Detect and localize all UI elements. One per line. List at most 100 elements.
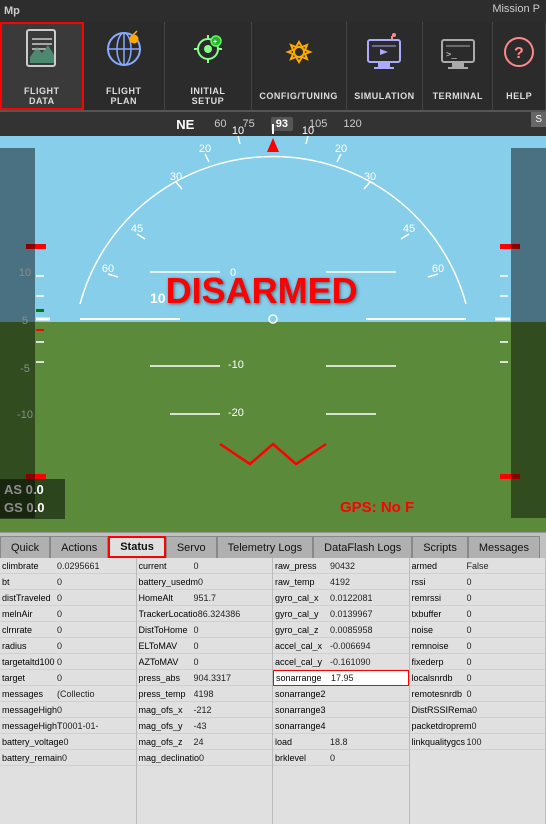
table-row: messages(Collectio [0,686,136,702]
data-value: 904.3317 [194,673,232,683]
svg-text:-20: -20 [228,407,244,419]
table-row: sonarrange3 [273,702,409,718]
data-key: battery_remain [2,753,62,763]
data-value: 0 [64,737,69,747]
table-row: localsnrdb0 [410,670,546,686]
table-row: melnAir0 [0,606,136,622]
svg-text:20: 20 [335,143,347,155]
table-row: raw_press90432 [273,558,409,574]
data-key: messages [2,689,57,699]
mission-title: Mission P [492,3,540,15]
svg-text:AS 0.0: AS 0.0 [4,482,44,497]
data-value: 24 [194,737,204,747]
table-row: sonarrange17.95 [273,670,409,686]
table-row: noise0 [410,622,546,638]
data-value: 0 [330,753,335,763]
data-value: 0 [467,577,472,587]
data-key: gyro_cal_x [275,593,330,603]
data-key: clrnrate [2,625,57,635]
hud: NE 60 75 93 105 120 S 60 45 [0,112,546,532]
table-row: radius0 [0,638,136,654]
data-table-wrapper: climbrate0.0295661bt0distTraveled0melnAi… [0,558,546,824]
flight-plan-label: FLIGHT PLAN [92,86,156,106]
compass-120: 120 [343,118,361,130]
nav-terminal[interactable]: >_ TERMINAL [423,22,493,110]
svg-text:10: 10 [19,267,31,279]
table-row: txbuffer0 [410,606,546,622]
data-key: accel_cal_y [275,657,330,667]
disarmed-text: DISARMED [166,270,358,312]
table-row: battery_voltage0 [0,734,136,750]
data-key: linkqualitygcs [412,737,467,747]
data-value: 0 [62,753,67,763]
data-value: 0 [57,657,62,667]
table-row: remotesnrdb0 [410,686,546,702]
tabs-bar: Quick Actions Status Servo Telemetry Log… [0,532,546,558]
table-row: rssi0 [410,574,546,590]
data-key: remnoise [412,641,467,651]
tab-servo[interactable]: Servo [166,536,217,558]
terminal-label: TERMINAL [433,91,484,101]
data-key: distTraveled [2,593,57,603]
data-key: HomeAlt [139,593,194,603]
nav-help[interactable]: ? HELP [493,22,546,110]
svg-text:60: 60 [102,263,114,275]
tab-messages[interactable]: Messages [468,536,540,558]
tab-scripts[interactable]: Scripts [412,536,468,558]
status-panel: climbrate0.0295661bt0distTraveled0melnAi… [0,558,546,824]
data-value: 0.0139967 [330,609,373,619]
table-row: DistRSSIRema0 [410,702,546,718]
flight-data-label: FLIGHT DATA [10,86,74,106]
svg-text:-10: -10 [17,409,33,421]
data-key: press_temp [139,689,194,699]
data-key: climbrate [2,561,57,571]
data-key: mag_ofs_z [139,737,194,747]
svg-text:GS 0.0: GS 0.0 [4,500,44,515]
data-key: raw_temp [275,577,330,587]
data-key: radius [2,641,57,651]
data-key: raw_press [275,561,330,571]
data-key: gyro_cal_z [275,625,330,635]
tab-telemetry[interactable]: Telemetry Logs [217,536,314,558]
nav-simulation[interactable]: SIMULATION [347,22,424,110]
top-bar: Mp Mission P [0,0,546,22]
table-row: brklevel0 [273,750,409,766]
svg-text:60: 60 [432,263,444,275]
data-key: bt [2,577,57,587]
data-key: mag_declinatio [139,753,200,763]
svg-text:>_: >_ [446,50,457,60]
data-key: txbuffer [412,609,467,619]
table-row: HomeAlt951.7 [137,590,273,606]
data-value: 0 [57,641,62,651]
data-key: AZToMAV [139,657,194,667]
tab-actions[interactable]: Actions [50,536,108,558]
terminal-icon: >_ [438,32,478,87]
nav-flight-plan[interactable]: FLIGHT PLAN [84,22,165,110]
nav-flight-data[interactable]: FLIGHT DATA [0,22,84,110]
data-value: 0 [467,641,472,651]
data-value: 18.8 [330,737,348,747]
tab-dataflash[interactable]: DataFlash Logs [313,536,412,558]
table-row: sonarrange4 [273,718,409,734]
data-key: DistRSSIRema [412,705,473,715]
compass-75: 75 [243,118,255,130]
data-value: 100 [467,737,482,747]
nav-config-tuning[interactable]: CONFIG/TUNING [252,22,347,110]
data-value: 0.0085958 [330,625,373,635]
data-key: messageHighT [2,721,63,731]
svg-text:45: 45 [403,223,415,235]
initial-setup-icon: + [188,27,228,82]
compass-ne: NE [176,117,194,132]
nav-initial-setup[interactable]: + INITIAL SETUP [165,22,252,110]
data-col-4: armedFalserssi0remrssi0txbuffer0noise0re… [410,558,546,824]
data-value: 17.95 [331,673,354,683]
data-key: packetdroprem [412,721,472,731]
data-value: -43 [194,721,207,731]
svg-text:30: 30 [170,171,182,183]
data-value: 0 [194,561,199,571]
compass-bar: NE 60 75 93 105 120 S [0,112,546,136]
help-icon: ? [501,32,537,87]
tab-status[interactable]: Status [108,536,166,558]
tab-quick[interactable]: Quick [0,536,50,558]
table-row: bt0 [0,574,136,590]
